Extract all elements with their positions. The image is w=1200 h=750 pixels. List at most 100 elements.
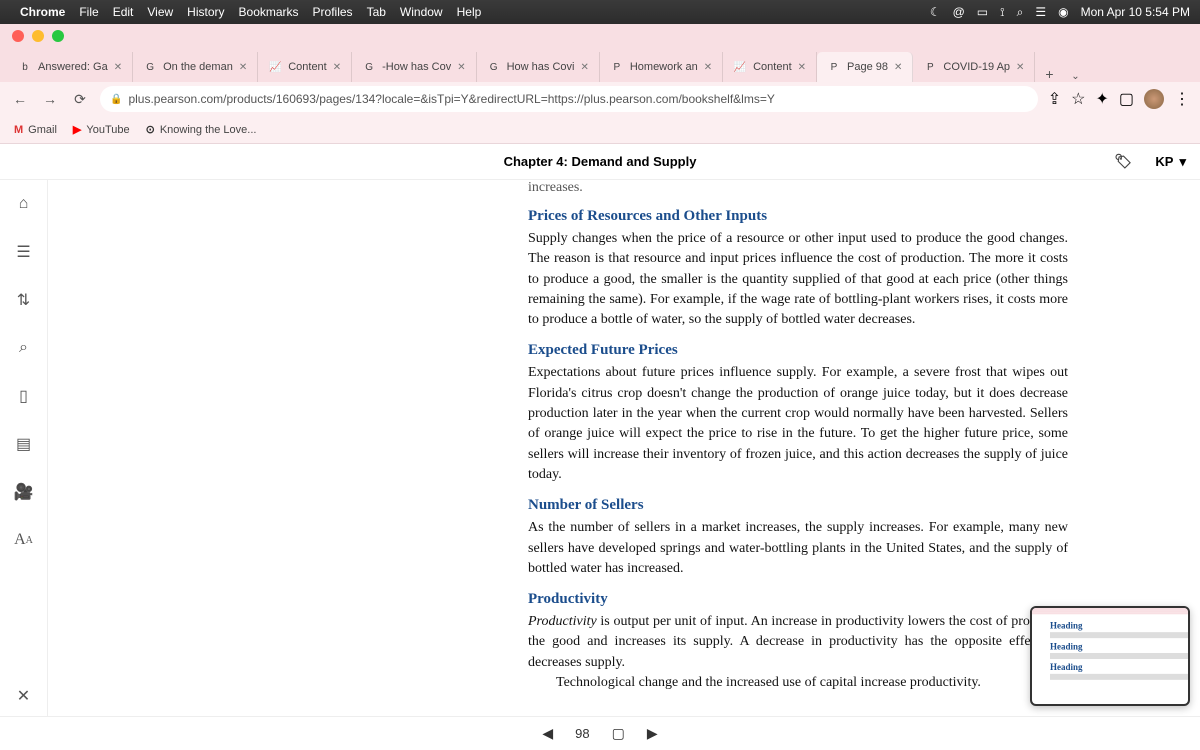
battery-icon[interactable]: ▭	[977, 5, 988, 19]
nav-reload-button[interactable]: ⟳	[70, 91, 90, 108]
menu-tab[interactable]: Tab	[367, 5, 386, 19]
bookmark-label: Knowing the Love...	[160, 124, 257, 136]
tab-favicon: P	[827, 60, 841, 74]
tab-favicon: b	[18, 60, 32, 74]
nav-forward-button[interactable]: →	[40, 91, 60, 107]
tab-close-icon[interactable]: ✕	[704, 62, 712, 73]
bookmark-star-icon[interactable]: ☆	[1071, 89, 1085, 109]
toc-icon[interactable]: ☰	[10, 238, 38, 266]
siri-icon[interactable]: ◉	[1058, 5, 1068, 19]
tab-close-icon[interactable]: ✕	[114, 62, 122, 73]
wifi-icon[interactable]: ⟟	[1000, 5, 1004, 20]
chevron-down-icon: ▾	[1179, 154, 1186, 170]
url-text: plus.pearson.com/products/160693/pages/1…	[128, 92, 774, 106]
kebab-menu-icon[interactable]: ⋮	[1174, 89, 1190, 109]
browser-tab[interactable]: bAnswered: Ga✕	[8, 52, 133, 82]
window-zoom-button[interactable]	[52, 30, 64, 42]
menu-app[interactable]: Chrome	[20, 5, 65, 19]
menu-view[interactable]: View	[147, 5, 173, 19]
address-bar[interactable]: 🔒 plus.pearson.com/products/160693/pages…	[100, 86, 1038, 112]
bookmark-ribbon-icon[interactable]: ▢	[612, 725, 625, 742]
section-heading: Number of Sellers	[528, 497, 1068, 514]
tab-close-icon[interactable]: ✕	[580, 62, 588, 73]
menu-clock[interactable]: Mon Apr 10 5:54 PM	[1081, 5, 1190, 19]
tab-label: Page 98	[847, 61, 888, 73]
search-icon[interactable]: ⌕	[1017, 5, 1024, 20]
menu-edit[interactable]: Edit	[113, 5, 134, 19]
text-size-icon[interactable]: AA	[10, 526, 38, 554]
tab-close-icon[interactable]: ✕	[239, 62, 247, 73]
browser-tab[interactable]: 📈Content✕	[723, 52, 817, 82]
updown-icon[interactable]: ⇅	[10, 286, 38, 314]
section-heading: Prices of Resources and Other Inputs	[528, 208, 1068, 225]
menu-help[interactable]: Help	[457, 5, 482, 19]
window-close-button[interactable]	[12, 30, 24, 42]
bookmark-item[interactable]: ▶YouTube	[73, 123, 130, 136]
browser-tab[interactable]: 📈Content✕	[258, 52, 352, 82]
extensions-icon[interactable]: ✦	[1095, 89, 1108, 109]
tab-label: How has Covi	[507, 61, 575, 73]
reader-chapter-header: Chapter 4: Demand and Supply 🏷 KP ▾	[0, 144, 1200, 180]
flashcards-icon[interactable]: ▯	[10, 382, 38, 410]
keyword-productivity: Productivity	[528, 614, 597, 629]
tag-icon[interactable]: 🏷	[1114, 153, 1132, 170]
browser-tab[interactable]: GOn the deman✕	[133, 52, 258, 82]
prev-page-button[interactable]: ◀	[542, 725, 553, 742]
browser-tab[interactable]: G-How has Cov✕	[352, 52, 476, 82]
tab-overflow-button[interactable]: ⌄	[1063, 71, 1087, 82]
tab-favicon: P	[610, 60, 624, 74]
menu-bookmarks[interactable]: Bookmarks	[239, 5, 299, 19]
section-body: Supply changes when the price of a resou…	[528, 229, 1068, 330]
user-initials: KP	[1155, 154, 1173, 169]
tab-close-icon[interactable]: ✕	[457, 62, 465, 73]
at-icon[interactable]: @	[953, 5, 965, 19]
reader-side-nav: ⌂ ☰ ⇅ ⌕ ▯ ▤ 🎥 AA ✕	[0, 180, 48, 716]
nav-back-button[interactable]: ←	[10, 91, 30, 107]
search-tool-icon[interactable]: ⌕	[10, 334, 38, 362]
section-body: As the number of sellers in a market inc…	[528, 518, 1068, 579]
home-icon[interactable]: ⌂	[10, 190, 38, 218]
menu-history[interactable]: History	[187, 5, 224, 19]
menu-window[interactable]: Window	[400, 5, 443, 19]
chapter-title: Chapter 4: Demand and Supply	[504, 154, 697, 169]
tab-close-icon[interactable]: ✕	[333, 62, 341, 73]
menu-file[interactable]: File	[79, 5, 98, 19]
lock-icon: 🔒	[110, 94, 122, 105]
browser-tab[interactable]: P Page 98 ✕	[817, 52, 913, 82]
bookmark-item[interactable]: MGmail	[14, 124, 57, 136]
bookmark-favicon: ▶	[73, 123, 81, 136]
section-body: Productivity is output per unit of input…	[528, 612, 1068, 673]
mac-menu-bar: Chrome File Edit View History Bookmarks …	[0, 0, 1200, 24]
side-panel-icon[interactable]: ▢	[1119, 89, 1134, 109]
tab-label: Content	[288, 61, 327, 73]
user-badge[interactable]: KP ▾	[1155, 154, 1186, 170]
tab-close-icon[interactable]: ✕	[1016, 62, 1024, 73]
page-number: 98	[575, 726, 589, 741]
tab-label: COVID-19 Ap	[943, 61, 1010, 73]
browser-tab-strip: bAnswered: Ga✕GOn the deman✕📈Content✕G-H…	[0, 48, 1200, 82]
tab-close-icon[interactable]: ✕	[798, 62, 806, 73]
next-page-button[interactable]: ▶	[647, 725, 658, 742]
control-center-icon[interactable]: ☰	[1035, 5, 1046, 19]
moon-icon[interactable]: ☾	[930, 5, 941, 19]
tab-label: -How has Cov	[382, 61, 451, 73]
new-tab-button[interactable]: +	[1035, 66, 1063, 82]
browser-tab[interactable]: PCOVID-19 Ap✕	[913, 52, 1035, 82]
bookmark-favicon: ⊙	[146, 123, 155, 136]
section-body: Expectations about future prices influen…	[528, 363, 1068, 485]
section-heading: Productivity	[528, 591, 1068, 608]
profile-avatar[interactable]	[1144, 89, 1164, 109]
tab-close-icon[interactable]: ✕	[894, 62, 902, 73]
browser-tab[interactable]: GHow has Covi✕	[477, 52, 600, 82]
window-minimize-button[interactable]	[32, 30, 44, 42]
bookmark-item[interactable]: ⊙ Knowing the Love...	[146, 123, 257, 136]
share-icon[interactable]: ⇪	[1048, 89, 1061, 109]
page-thumbnail-preview[interactable]: Heading Heading Heading	[1030, 606, 1190, 706]
menu-profiles[interactable]: Profiles	[313, 5, 353, 19]
reader-content: increases. Prices of Resources and Other…	[48, 180, 1200, 716]
video-icon[interactable]: 🎥	[10, 478, 38, 506]
browser-toolbar: ← → ⟳ 🔒 plus.pearson.com/products/160693…	[0, 82, 1200, 116]
notebook-icon[interactable]: ▤	[10, 430, 38, 458]
browser-tab[interactable]: PHomework an✕	[600, 52, 723, 82]
close-sidenav-icon[interactable]: ✕	[17, 686, 30, 706]
